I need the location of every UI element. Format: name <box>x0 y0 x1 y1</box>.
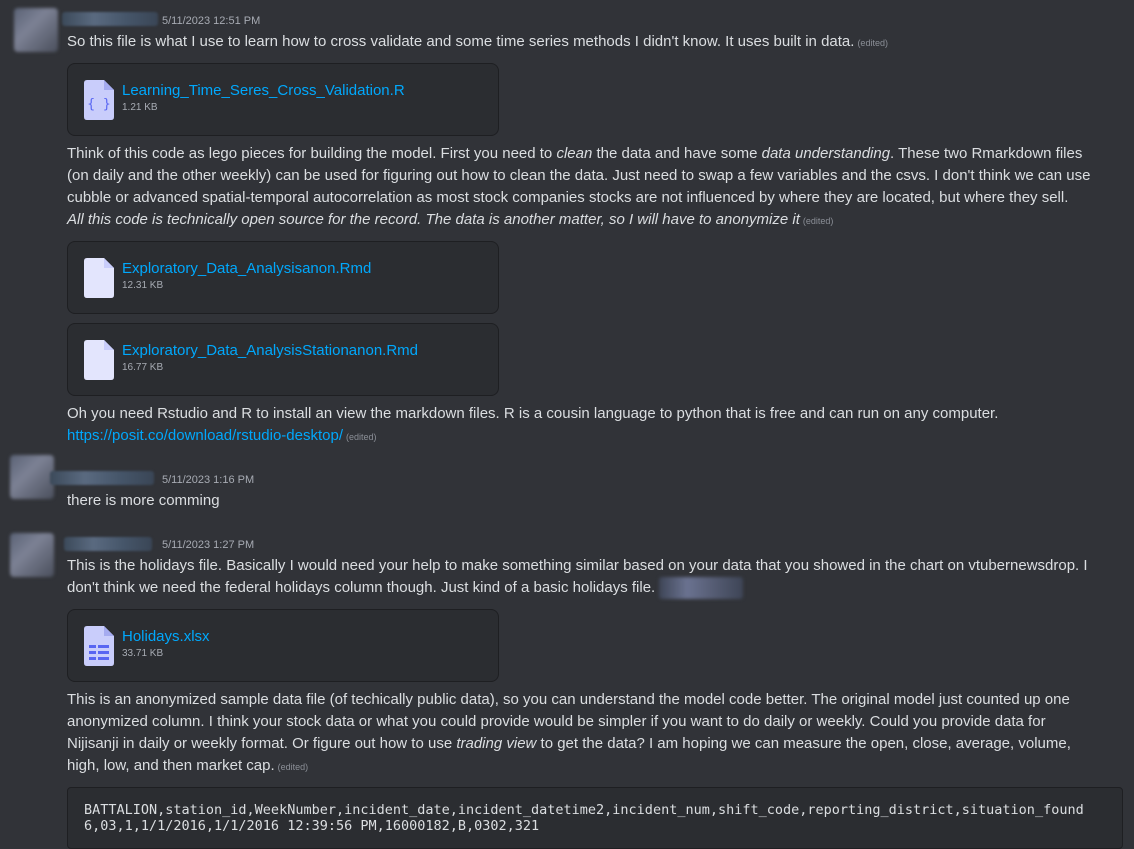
document-file-icon <box>84 258 114 298</box>
paragraph-line: This is the holidays file. Basically I w… <box>67 557 1088 574</box>
document-file-icon <box>84 340 114 380</box>
message-body: there is more comming <box>67 492 220 509</box>
svg-text:{ }: { } <box>87 97 110 112</box>
text-run-italic: data understanding <box>761 145 891 162</box>
paragraph-line: (on daily and the other weekly) can be u… <box>67 167 1091 184</box>
attachment-name[interactable]: Exploratory_Data_AnalysisStationanon.Rmd <box>122 341 418 361</box>
edited-tag: (edited) <box>346 432 377 442</box>
text-run: to get the data? I am hoping we can meas… <box>536 735 1071 752</box>
attachment-size: 12.31 KB <box>122 280 164 291</box>
message-text: So this file is what I use to learn how … <box>67 31 1117 54</box>
message-paragraph: This is the holidays file. Basically I w… <box>67 555 1117 600</box>
edited-tag: (edited) <box>277 762 309 772</box>
text-run: high, low, and then market cap. <box>67 757 275 774</box>
avatar[interactable] <box>10 533 54 577</box>
attachment-file[interactable]: Exploratory_Data_AnalysisStationanon.Rmd… <box>67 323 499 396</box>
paragraph-line: This is an anonymized sample data file (… <box>67 691 1070 708</box>
paragraph-line: cubble or advanced spatial-temporal auto… <box>67 189 1069 206</box>
paragraph-line: anonymized column. I think your stock da… <box>67 713 1046 730</box>
username-redacted[interactable] <box>62 12 158 26</box>
redacted-emoji <box>659 577 744 600</box>
text-run-italic: trading view <box>456 735 537 752</box>
avatar[interactable] <box>10 455 54 499</box>
paragraph-line: Nijisanji in daily or weekly format. Or … <box>67 733 1117 755</box>
text-run: don't think we need the federal holidays… <box>67 579 656 596</box>
message-paragraph: This is an anonymized sample data file (… <box>67 689 1117 778</box>
username-redacted[interactable] <box>64 537 152 551</box>
attachment-size: 33.71 KB <box>122 648 164 659</box>
code-line: BATTALION,station_id,WeekNumber,incident… <box>84 802 1084 818</box>
message-body: So this file is what I use to learn how … <box>67 33 855 50</box>
paragraph-line: https://posit.co/download/rstudio-deskto… <box>67 425 1117 448</box>
attachment-file[interactable]: Holidays.xlsx 33.71 KB <box>67 609 499 682</box>
text-run: Nijisanji in daily or weekly format. Or … <box>67 735 457 752</box>
attachment-name[interactable]: Exploratory_Data_Analysisanon.Rmd <box>122 259 371 279</box>
paragraph-line: All this code is technically open source… <box>67 209 1117 232</box>
text-run-italic: All this code is technically open source… <box>67 211 800 228</box>
paragraph-line: Think of this code as lego pieces for bu… <box>67 143 1117 165</box>
code-line: 6,03,1,1/1/2016,1/1/2016 12:39:56 PM,160… <box>84 818 540 834</box>
avatar[interactable] <box>14 8 58 52</box>
attachment-name[interactable]: Holidays.xlsx <box>122 627 210 647</box>
message-paragraph: Oh you need Rstudio and R to install an … <box>67 403 1117 448</box>
attachment-file[interactable]: { } Learning_Time_Seres_Cross_Validation… <box>67 63 499 136</box>
edited-tag: (edited) <box>857 38 888 48</box>
text-run: Think of this code as lego pieces for bu… <box>67 145 557 162</box>
spreadsheet-file-icon <box>84 626 114 666</box>
message-timestamp: 5/11/2023 12:51 PM <box>162 15 261 27</box>
attachment-name[interactable]: Learning_Time_Seres_Cross_Validation.R <box>122 81 405 101</box>
rstudio-link[interactable]: https://posit.co/download/rstudio-deskto… <box>67 427 343 444</box>
text-run: . These two Rmarkdown files <box>890 145 1083 162</box>
code-file-icon: { } <box>84 80 114 120</box>
code-content: BATTALION,station_id,WeekNumber,incident… <box>68 788 1122 834</box>
attachment-size: 16.77 KB <box>122 362 164 373</box>
message-paragraph: Think of this code as lego pieces for bu… <box>67 143 1117 232</box>
message-timestamp: 5/11/2023 1:27 PM <box>162 539 255 551</box>
attachment-size: 1.21 KB <box>122 102 158 113</box>
message-timestamp: 5/11/2023 1:16 PM <box>162 474 255 486</box>
code-block[interactable]: BATTALION,station_id,WeekNumber,incident… <box>67 787 1123 849</box>
text-run: the data and have some <box>592 145 762 162</box>
text-run-italic: clean <box>556 145 593 162</box>
paragraph-line: high, low, and then market cap. (edited) <box>67 755 1117 778</box>
paragraph-line: don't think we need the federal holidays… <box>67 577 1117 600</box>
paragraph-line: Oh you need Rstudio and R to install an … <box>67 405 999 422</box>
username-redacted[interactable] <box>50 471 154 485</box>
edited-tag: (edited) <box>802 216 834 226</box>
attachment-file[interactable]: Exploratory_Data_Analysisanon.Rmd 12.31 … <box>67 241 499 314</box>
